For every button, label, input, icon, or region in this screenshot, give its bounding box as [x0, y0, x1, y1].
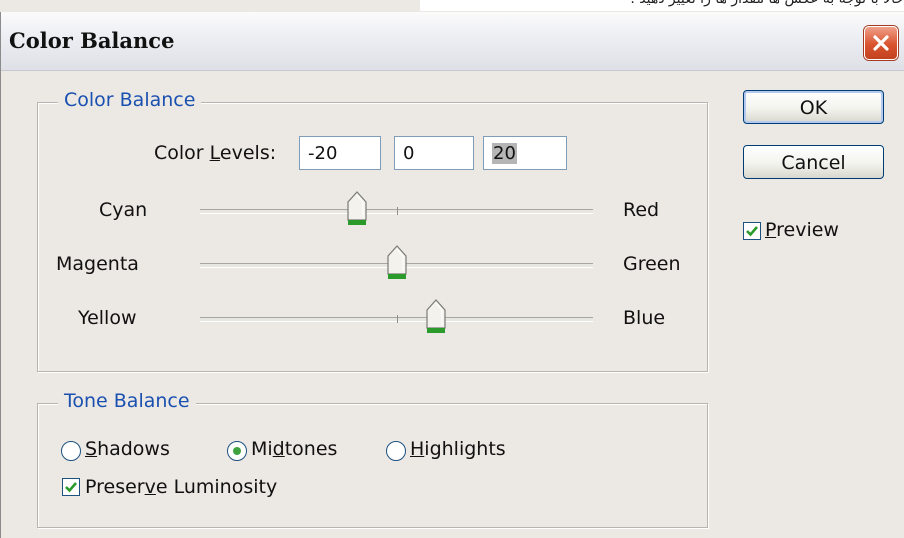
- preserve-luminosity-label[interactable]: Preserve Luminosity: [85, 476, 277, 498]
- preview-checkbox[interactable]: [743, 222, 761, 240]
- radio-highlights[interactable]: [386, 441, 406, 461]
- color-balance-group-title: Color Balance: [58, 89, 202, 111]
- slider-right-label-green: Green: [623, 253, 681, 275]
- close-button[interactable]: [864, 26, 898, 60]
- radio-selected-dot: [233, 447, 241, 455]
- slider-left-label-magenta: Magenta: [56, 253, 139, 275]
- level-field-magenta-green[interactable]: 0: [394, 136, 474, 170]
- title-bar[interactable]: Color Balance: [1, 12, 904, 71]
- color-levels-label: Color Levels:: [154, 142, 277, 164]
- slider-thumb-cyan-red[interactable]: [346, 191, 368, 227]
- page-caption: حالا با توجه به عکس ها مقدار ها را تغییر…: [420, 0, 904, 11]
- tone-balance-group-title: Tone Balance: [58, 390, 196, 412]
- level-field-yellow-blue[interactable]: 20: [483, 136, 567, 170]
- slider-right-label-red: Red: [623, 199, 660, 221]
- radio-midtones-label[interactable]: Midtones: [251, 438, 337, 460]
- slider-right-label-blue: Blue: [623, 307, 666, 329]
- tone-balance-group: [37, 403, 708, 528]
- level-field-cyan-red[interactable]: -20: [299, 136, 381, 170]
- radio-shadows[interactable]: [61, 441, 81, 461]
- ok-button[interactable]: OK: [743, 90, 884, 124]
- slider-thumb-magenta-green[interactable]: [386, 245, 408, 281]
- radio-highlights-label[interactable]: Highlights: [410, 438, 506, 460]
- slider-left-label-yellow: Yellow: [78, 307, 137, 329]
- dialog-title: Color Balance: [9, 28, 175, 53]
- level-field-yellow-blue-value: 20: [492, 143, 517, 164]
- slider-center-tick: [396, 315, 398, 323]
- color-balance-dialog: Color Balance Color Balance Color Levels…: [0, 12, 904, 538]
- slider-thumb-yellow-blue[interactable]: [425, 299, 447, 335]
- preview-label[interactable]: Preview: [765, 219, 839, 241]
- check-icon: [65, 482, 77, 493]
- preserve-luminosity-checkbox[interactable]: [62, 478, 80, 496]
- close-icon: [873, 35, 889, 51]
- radio-midtones[interactable]: [227, 441, 247, 461]
- check-icon: [746, 226, 758, 237]
- slider-center-tick: [396, 207, 398, 215]
- cancel-button[interactable]: Cancel: [743, 145, 884, 179]
- slider-left-label-cyan: Cyan: [99, 199, 148, 221]
- radio-shadows-label[interactable]: Shadows: [85, 438, 170, 460]
